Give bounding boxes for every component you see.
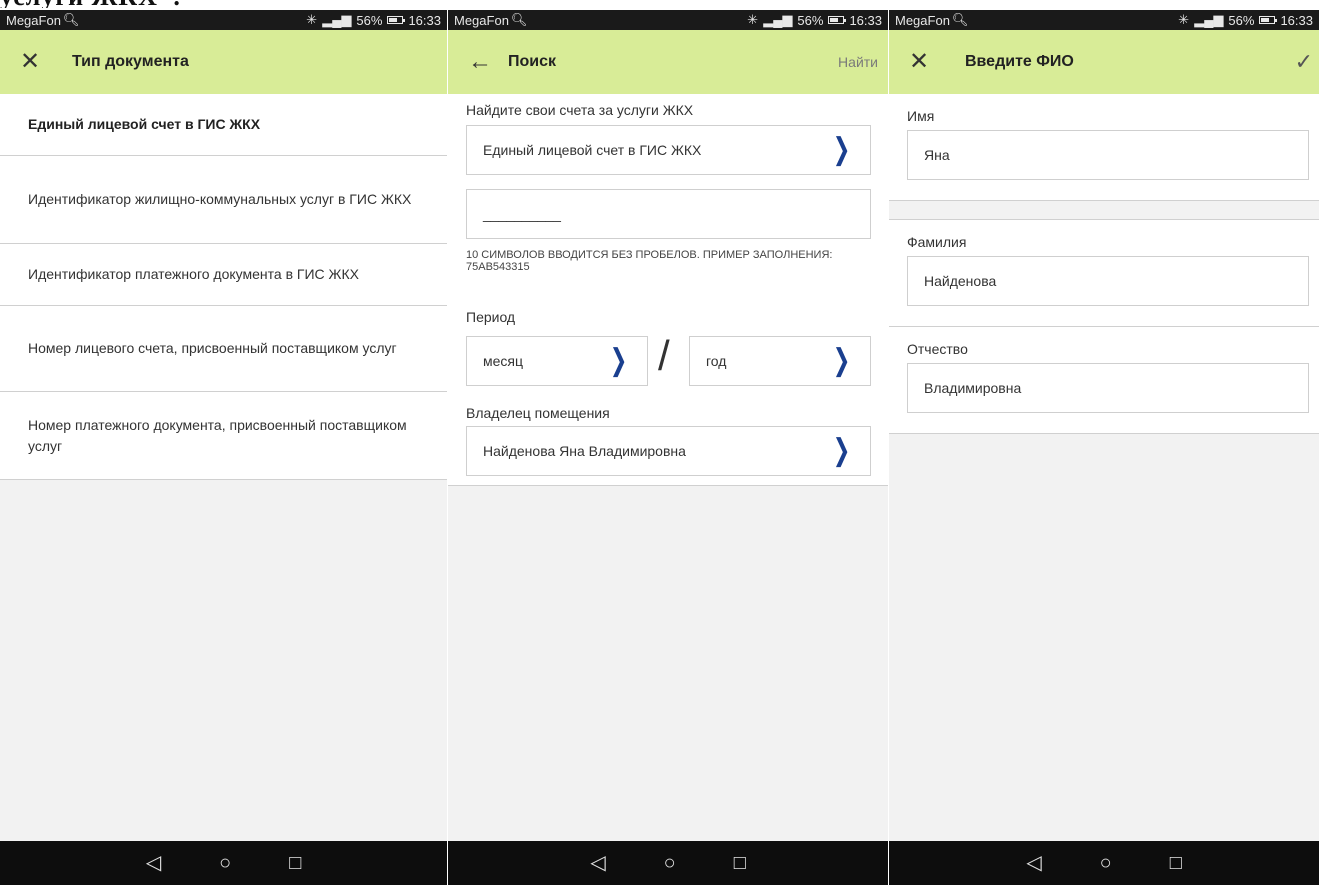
- last-name-value: Найденова: [924, 273, 997, 289]
- android-nav-bar: ◁ ○ □: [889, 841, 1319, 885]
- battery-percent: 56%: [356, 12, 383, 28]
- app-bar: ✕ Тип документа: [0, 30, 447, 94]
- clock: 16:33: [1280, 12, 1313, 28]
- list-item[interactable]: Номер платежного документа, присвоенный …: [0, 392, 447, 480]
- nav-home-icon[interactable]: ○: [1100, 853, 1112, 873]
- status-bar: MegaFon 🔍︎ ✳ ▂▄▆ 56% 16:33: [0, 10, 447, 30]
- back-arrow-icon[interactable]: ←: [468, 50, 508, 74]
- status-bar: MegaFon 🔍︎ ✳ ▂▄▆ 56% 16:33: [889, 10, 1319, 30]
- year-value: год: [706, 353, 727, 369]
- nav-back-icon[interactable]: ◁: [1026, 853, 1041, 873]
- android-nav-bar: ◁ ○ □: [448, 841, 888, 885]
- close-icon[interactable]: ✕: [20, 50, 60, 74]
- screen-enter-name: MegaFon 🔍︎ ✳ ▂▄▆ 56% 16:33 ✕ Введите ФИО …: [889, 10, 1319, 885]
- chevron-right-icon: ❯: [832, 132, 851, 167]
- nav-back-icon[interactable]: ◁: [590, 853, 605, 873]
- signal-icon: ▂▄▆: [322, 12, 352, 27]
- list-item-label: Идентификатор платежного документа в ГИС…: [28, 266, 359, 282]
- page-title: Поиск: [508, 53, 557, 70]
- period-separator: /: [658, 332, 670, 379]
- screen-document-type: MegaFon 🔍︎ ✳ ▂▄▆ 56% 16:33 ✕ Тип документ…: [0, 10, 447, 885]
- document-heading-fragment: услуги ЖКХ".: [0, 0, 300, 8]
- section-gap: [889, 201, 1319, 219]
- first-name-label: Имя: [907, 108, 935, 124]
- carrier-label: MegaFon: [454, 12, 509, 28]
- screen-search: MegaFon 🔍︎ ✳ ▂▄▆ 56% 16:33 ← Поиск Найти …: [448, 10, 888, 885]
- month-value: месяц: [483, 353, 524, 369]
- battery-percent: 56%: [797, 12, 824, 28]
- android-nav-bar: ◁ ○ □: [0, 841, 447, 885]
- page-title: Введите ФИО: [965, 53, 1074, 70]
- account-number-input[interactable]: __________: [466, 189, 871, 239]
- chevron-right-icon: ❯: [609, 343, 628, 378]
- input-hint: 10 СИМВОЛОВ ВВОДИТСЯ БЕЗ ПРОБЕЛОВ. ПРИМЕ…: [466, 249, 833, 273]
- clock: 16:33: [408, 12, 441, 28]
- list-item-label: Идентификатор жилищно-коммунальных услуг…: [28, 191, 412, 207]
- search-icon: 🔍︎: [951, 12, 969, 27]
- list-item[interactable]: Единый лицевой счет в ГИС ЖКХ: [0, 94, 447, 156]
- chevron-right-icon: ❯: [832, 343, 851, 378]
- clock: 16:33: [849, 12, 882, 28]
- battery-icon: [1259, 16, 1278, 24]
- signal-icon: ▂▄▆: [763, 12, 793, 27]
- patronymic-field[interactable]: Владимировна: [907, 363, 1309, 413]
- first-name-section: Имя Яна: [889, 94, 1319, 200]
- battery-icon: [387, 16, 406, 24]
- nav-recents-icon[interactable]: □: [1170, 853, 1182, 873]
- search-form: Найдите свои счета за услуги ЖКХ Единый …: [448, 94, 888, 486]
- list-item-label: Номер лицевого счета, присвоенный постав…: [28, 340, 397, 356]
- bluetooth-icon: ✳: [747, 12, 759, 27]
- chevron-right-icon: ❯: [832, 433, 851, 468]
- list-item[interactable]: Номер лицевого счета, присвоенный постав…: [0, 306, 447, 392]
- section-label: Найдите свои счета за услуги ЖКХ: [466, 102, 694, 118]
- nav-home-icon[interactable]: ○: [219, 853, 231, 873]
- status-bar: MegaFon 🔍︎ ✳ ▂▄▆ 56% 16:33: [448, 10, 888, 30]
- last-name-section: Фамилия Найденова: [889, 220, 1319, 327]
- carrier-label: MegaFon: [895, 12, 950, 28]
- close-icon[interactable]: ✕: [909, 50, 949, 74]
- list-item-label: Единый лицевой счет в ГИС ЖКХ: [28, 116, 261, 132]
- owner-value: Найденова Яна Владимировна: [483, 443, 686, 459]
- first-name-value: Яна: [924, 147, 950, 163]
- document-type-list: Единый лицевой счет в ГИС ЖКХ Идентифика…: [0, 94, 447, 480]
- owner-label: Владелец помещения: [466, 405, 610, 421]
- document-type-select[interactable]: Единый лицевой счет в ГИС ЖКХ ❯: [466, 125, 871, 175]
- signal-icon: ▂▄▆: [1194, 12, 1224, 27]
- last-name-field[interactable]: Найденова: [907, 256, 1309, 306]
- patronymic-section: Отчество Владимировна: [889, 327, 1319, 434]
- nav-home-icon[interactable]: ○: [664, 853, 676, 873]
- nav-back-icon[interactable]: ◁: [146, 853, 161, 873]
- search-icon: 🔍︎: [510, 12, 528, 27]
- last-name-label: Фамилия: [907, 234, 967, 250]
- app-bar: ✕ Введите ФИО ✓: [889, 30, 1319, 94]
- page-title: Тип документа: [72, 53, 189, 70]
- carrier-label: MegaFon: [6, 12, 61, 28]
- check-icon[interactable]: ✓: [1295, 49, 1313, 75]
- bluetooth-icon: ✳: [1178, 12, 1190, 27]
- month-select[interactable]: месяц ❯: [466, 336, 648, 386]
- app-bar: ← Поиск Найти: [448, 30, 888, 94]
- nav-recents-icon[interactable]: □: [734, 853, 746, 873]
- battery-icon: [828, 16, 847, 24]
- battery-percent: 56%: [1228, 12, 1255, 28]
- list-item[interactable]: Идентификатор жилищно-коммунальных услуг…: [0, 156, 447, 244]
- bluetooth-icon: ✳: [306, 12, 318, 27]
- year-select[interactable]: год ❯: [689, 336, 871, 386]
- search-icon: 🔍︎: [62, 12, 80, 27]
- owner-select[interactable]: Найденова Яна Владимировна ❯: [466, 426, 871, 476]
- patronymic-label: Отчество: [907, 341, 968, 357]
- list-item-label: Номер платежного документа, присвоенный …: [28, 416, 407, 454]
- nav-recents-icon[interactable]: □: [289, 853, 301, 873]
- patronymic-value: Владимировна: [924, 380, 1022, 396]
- list-item[interactable]: Идентификатор платежного документа в ГИС…: [0, 244, 447, 306]
- period-label: Период: [466, 309, 516, 325]
- account-number-value: __________: [483, 206, 561, 222]
- document-type-value: Единый лицевой счет в ГИС ЖКХ: [483, 142, 702, 158]
- first-name-field[interactable]: Яна: [907, 130, 1309, 180]
- find-button[interactable]: Найти: [838, 54, 878, 70]
